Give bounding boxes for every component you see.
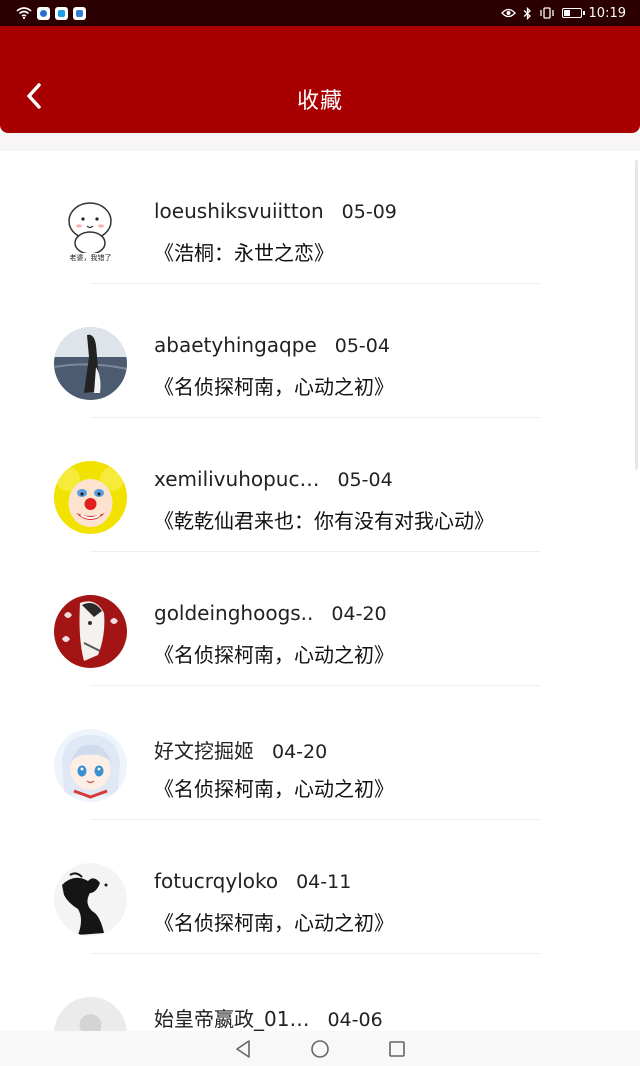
divider (90, 685, 540, 686)
svg-text:老婆，我错了: 老婆，我错了 (70, 253, 112, 262)
favorites-list[interactable]: 老婆，我错了 loeushiksvuiitton 05-09 《浩桐：永世之恋》… (0, 151, 640, 1031)
avatar (54, 729, 127, 802)
status-bar: 10:19 (0, 0, 640, 26)
app-header: 收藏 (0, 26, 640, 133)
divider (90, 417, 540, 418)
notification-app-icon (37, 6, 50, 20)
nav-recents-button[interactable] (386, 1038, 408, 1060)
username[interactable]: loeushiksvuiitton (154, 199, 324, 223)
divider (90, 819, 540, 820)
notification-app-icon (73, 6, 86, 20)
item-header: 好文挖掘姬 04-20 (154, 735, 327, 764)
item-header: 始皇帝嬴政_01… 04-06 (154, 1003, 383, 1031)
divider (90, 953, 540, 954)
book-title[interactable]: 《乾乾仙君来也：你有没有对我心动》 (154, 505, 494, 534)
item-date: 05-04 (334, 335, 390, 357)
list-item[interactable]: 好文挖掘姬 04-20 《名侦探柯南，心动之初》 (0, 687, 640, 821)
book-title[interactable]: 《名侦探柯南，心动之初》 (154, 371, 394, 400)
avatar (54, 997, 127, 1031)
book-title[interactable]: 《名侦探柯南，心动之初》 (154, 639, 394, 668)
item-header: loeushiksvuiitton 05-09 (154, 199, 397, 223)
circle-home-icon (311, 1039, 329, 1058)
item-header: abaetyhingaqpe 05-04 (154, 333, 390, 357)
list-item[interactable]: goldeinghoogs.. 04-20 《名侦探柯南，心动之初》 (0, 553, 640, 687)
username[interactable]: 始皇帝嬴政_01… (154, 1003, 309, 1031)
nav-back-button[interactable] (232, 1038, 254, 1060)
status-time: 10:19 (588, 5, 626, 21)
square-recents-icon (389, 1040, 405, 1057)
avatar (54, 327, 127, 400)
system-nav-bar (0, 1031, 640, 1066)
item-date: 05-09 (341, 201, 397, 223)
status-bar-right: 10:19 (500, 5, 626, 21)
avatar: 老婆，我错了 (54, 193, 127, 266)
list-item[interactable]: fotucrqyloko 04-11 《名侦探柯南，心动之初》 (0, 821, 640, 955)
item-header: goldeinghoogs.. 04-20 (154, 601, 387, 625)
book-title[interactable]: 《名侦探柯南，心动之初》 (154, 773, 394, 802)
item-date: 04-11 (296, 871, 352, 893)
username[interactable]: fotucrqyloko (154, 869, 278, 893)
notification-app-icon (55, 6, 68, 20)
username[interactable]: 好文挖掘姬 (154, 735, 254, 764)
triangle-back-icon (236, 1039, 250, 1058)
username[interactable]: goldeinghoogs.. (154, 601, 313, 625)
item-date: 04-20 (272, 741, 328, 763)
list-item[interactable]: 老婆，我错了 loeushiksvuiitton 05-09 《浩桐：永世之恋》 (0, 151, 640, 285)
divider (90, 283, 540, 284)
item-header: xemilivuhopuc… 05-04 (154, 467, 393, 491)
list-item[interactable]: abaetyhingaqpe 05-04 《名侦探柯南，心动之初》 (0, 285, 640, 419)
avatar (54, 595, 127, 668)
item-date: 04-20 (331, 603, 387, 625)
battery-icon (561, 8, 585, 18)
book-title[interactable]: 《名侦探柯南，心动之初》 (154, 907, 394, 936)
avatar (54, 461, 127, 534)
eye-icon (500, 8, 516, 18)
status-bar-left (16, 6, 86, 20)
bluetooth-icon (523, 6, 531, 20)
list-item[interactable]: xemilivuhopuc… 05-04 《乾乾仙君来也：你有没有对我心动》 (0, 419, 640, 553)
item-date: 04-06 (327, 1009, 383, 1031)
header-shadow-strip (0, 133, 640, 151)
wifi-icon (16, 7, 32, 19)
divider (90, 551, 540, 552)
item-date: 05-04 (337, 469, 393, 491)
nav-home-button[interactable] (309, 1038, 331, 1060)
scrollbar[interactable] (635, 160, 638, 470)
list-item[interactable]: 始皇帝嬴政_01… 04-06 (0, 955, 640, 1031)
username[interactable]: xemilivuhopuc… (154, 467, 319, 491)
username[interactable]: abaetyhingaqpe (154, 333, 317, 357)
book-title[interactable]: 《浩桐：永世之恋》 (154, 237, 334, 266)
page-title: 收藏 (296, 89, 343, 114)
avatar (54, 863, 127, 936)
vibrate-icon (539, 7, 554, 19)
item-header: fotucrqyloko 04-11 (154, 869, 351, 893)
